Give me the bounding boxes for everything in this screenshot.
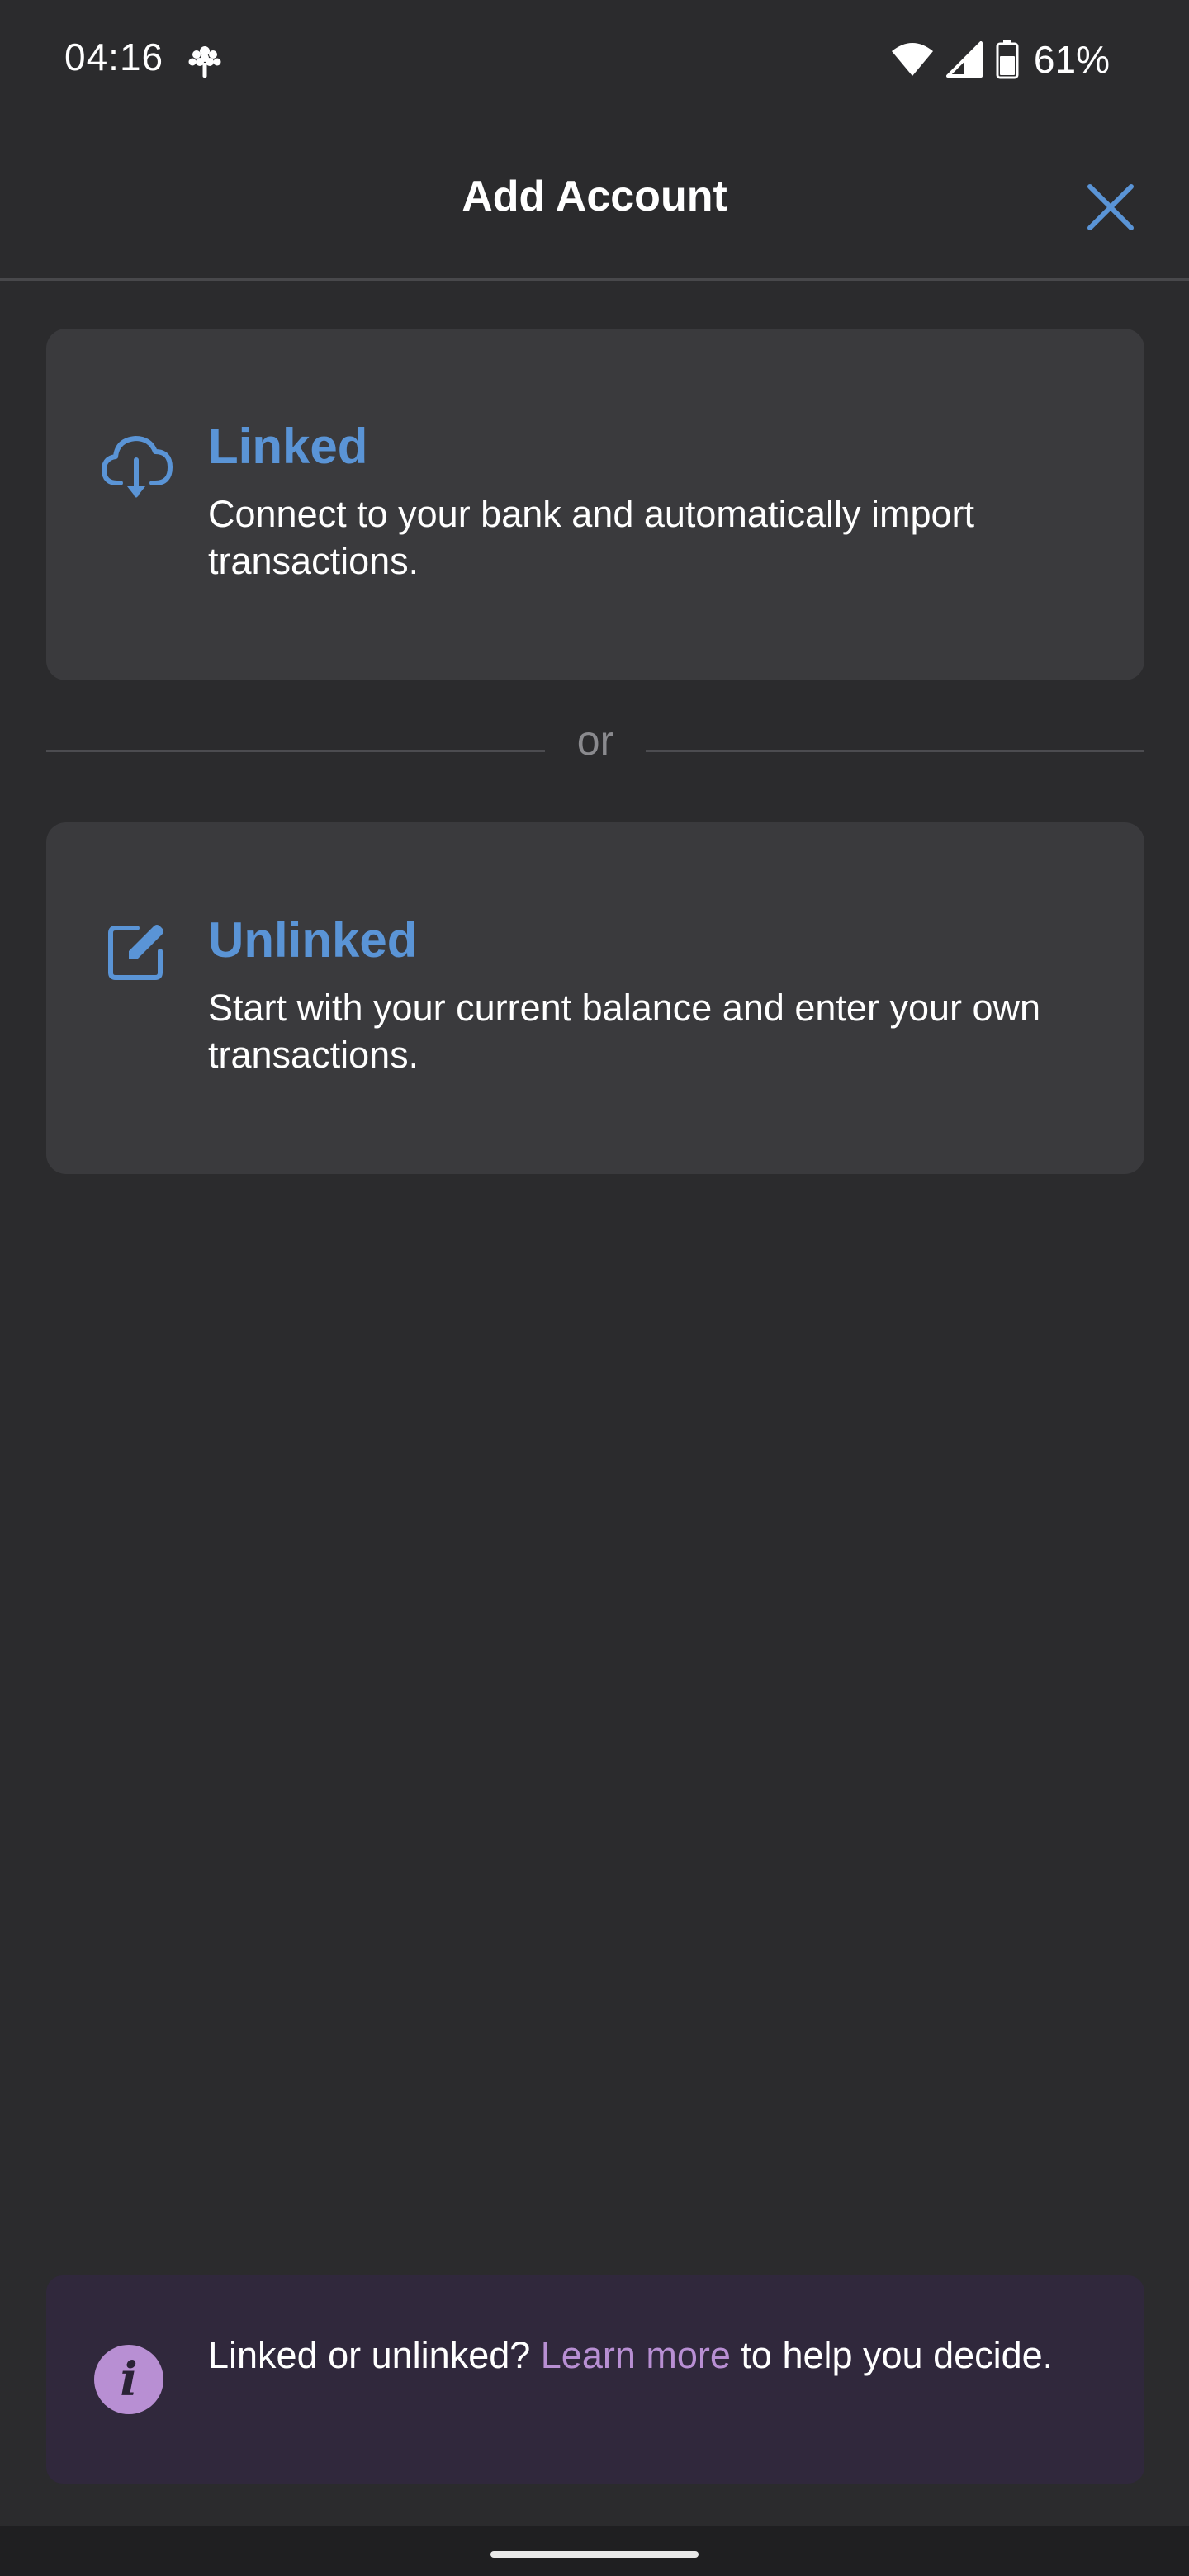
cloud-download-icon (96, 424, 178, 506)
linked-description: Connect to your bank and automatically i… (208, 493, 974, 582)
info-icon-glyph: i (120, 2352, 138, 2407)
status-bar: 04:16 61% (0, 0, 1189, 124)
divider-line-right (646, 750, 1144, 752)
unlinked-description: Start with your current balance and ente… (208, 987, 1041, 1076)
close-button[interactable] (1073, 170, 1148, 244)
linked-title: Linked (208, 419, 368, 474)
close-icon (1087, 184, 1134, 230)
info-text-before: Linked or unlinked? (208, 2334, 541, 2376)
status-indicators: 61% (890, 35, 1110, 84)
add-account-screen: 04:16 61% Add Account Linked Connect to … (0, 0, 1189, 2576)
info-icon: i (94, 2345, 163, 2414)
unlinked-title: Unlinked (208, 912, 418, 968)
battery-percent: 61% (1033, 38, 1110, 81)
info-text-after: to help you decide. (730, 2334, 1054, 2376)
divider-line-left (46, 750, 545, 752)
tree-icon (183, 40, 226, 83)
learn-more-link[interactable]: Learn more (541, 2334, 731, 2376)
page-title: Add Account (462, 173, 727, 220)
header: Add Account (0, 124, 1189, 281)
edit-icon (96, 910, 178, 992)
or-divider: or (46, 710, 1144, 779)
info-text: Linked or unlinked? Learn more to help y… (208, 2332, 1083, 2379)
battery-icon (996, 40, 1019, 79)
linked-account-option[interactable]: Linked Connect to your bank and automati… (46, 329, 1144, 680)
status-time: 04:16 (64, 36, 164, 78)
unlinked-account-option[interactable]: Unlinked Start with your current balance… (46, 822, 1144, 1174)
divider-text: or (576, 717, 614, 764)
home-indicator[interactable] (490, 2551, 699, 2558)
cell-signal-icon (945, 41, 984, 78)
info-banner: i Linked or unlinked? Learn more to help… (46, 2275, 1144, 2484)
wifi-icon (890, 41, 935, 78)
